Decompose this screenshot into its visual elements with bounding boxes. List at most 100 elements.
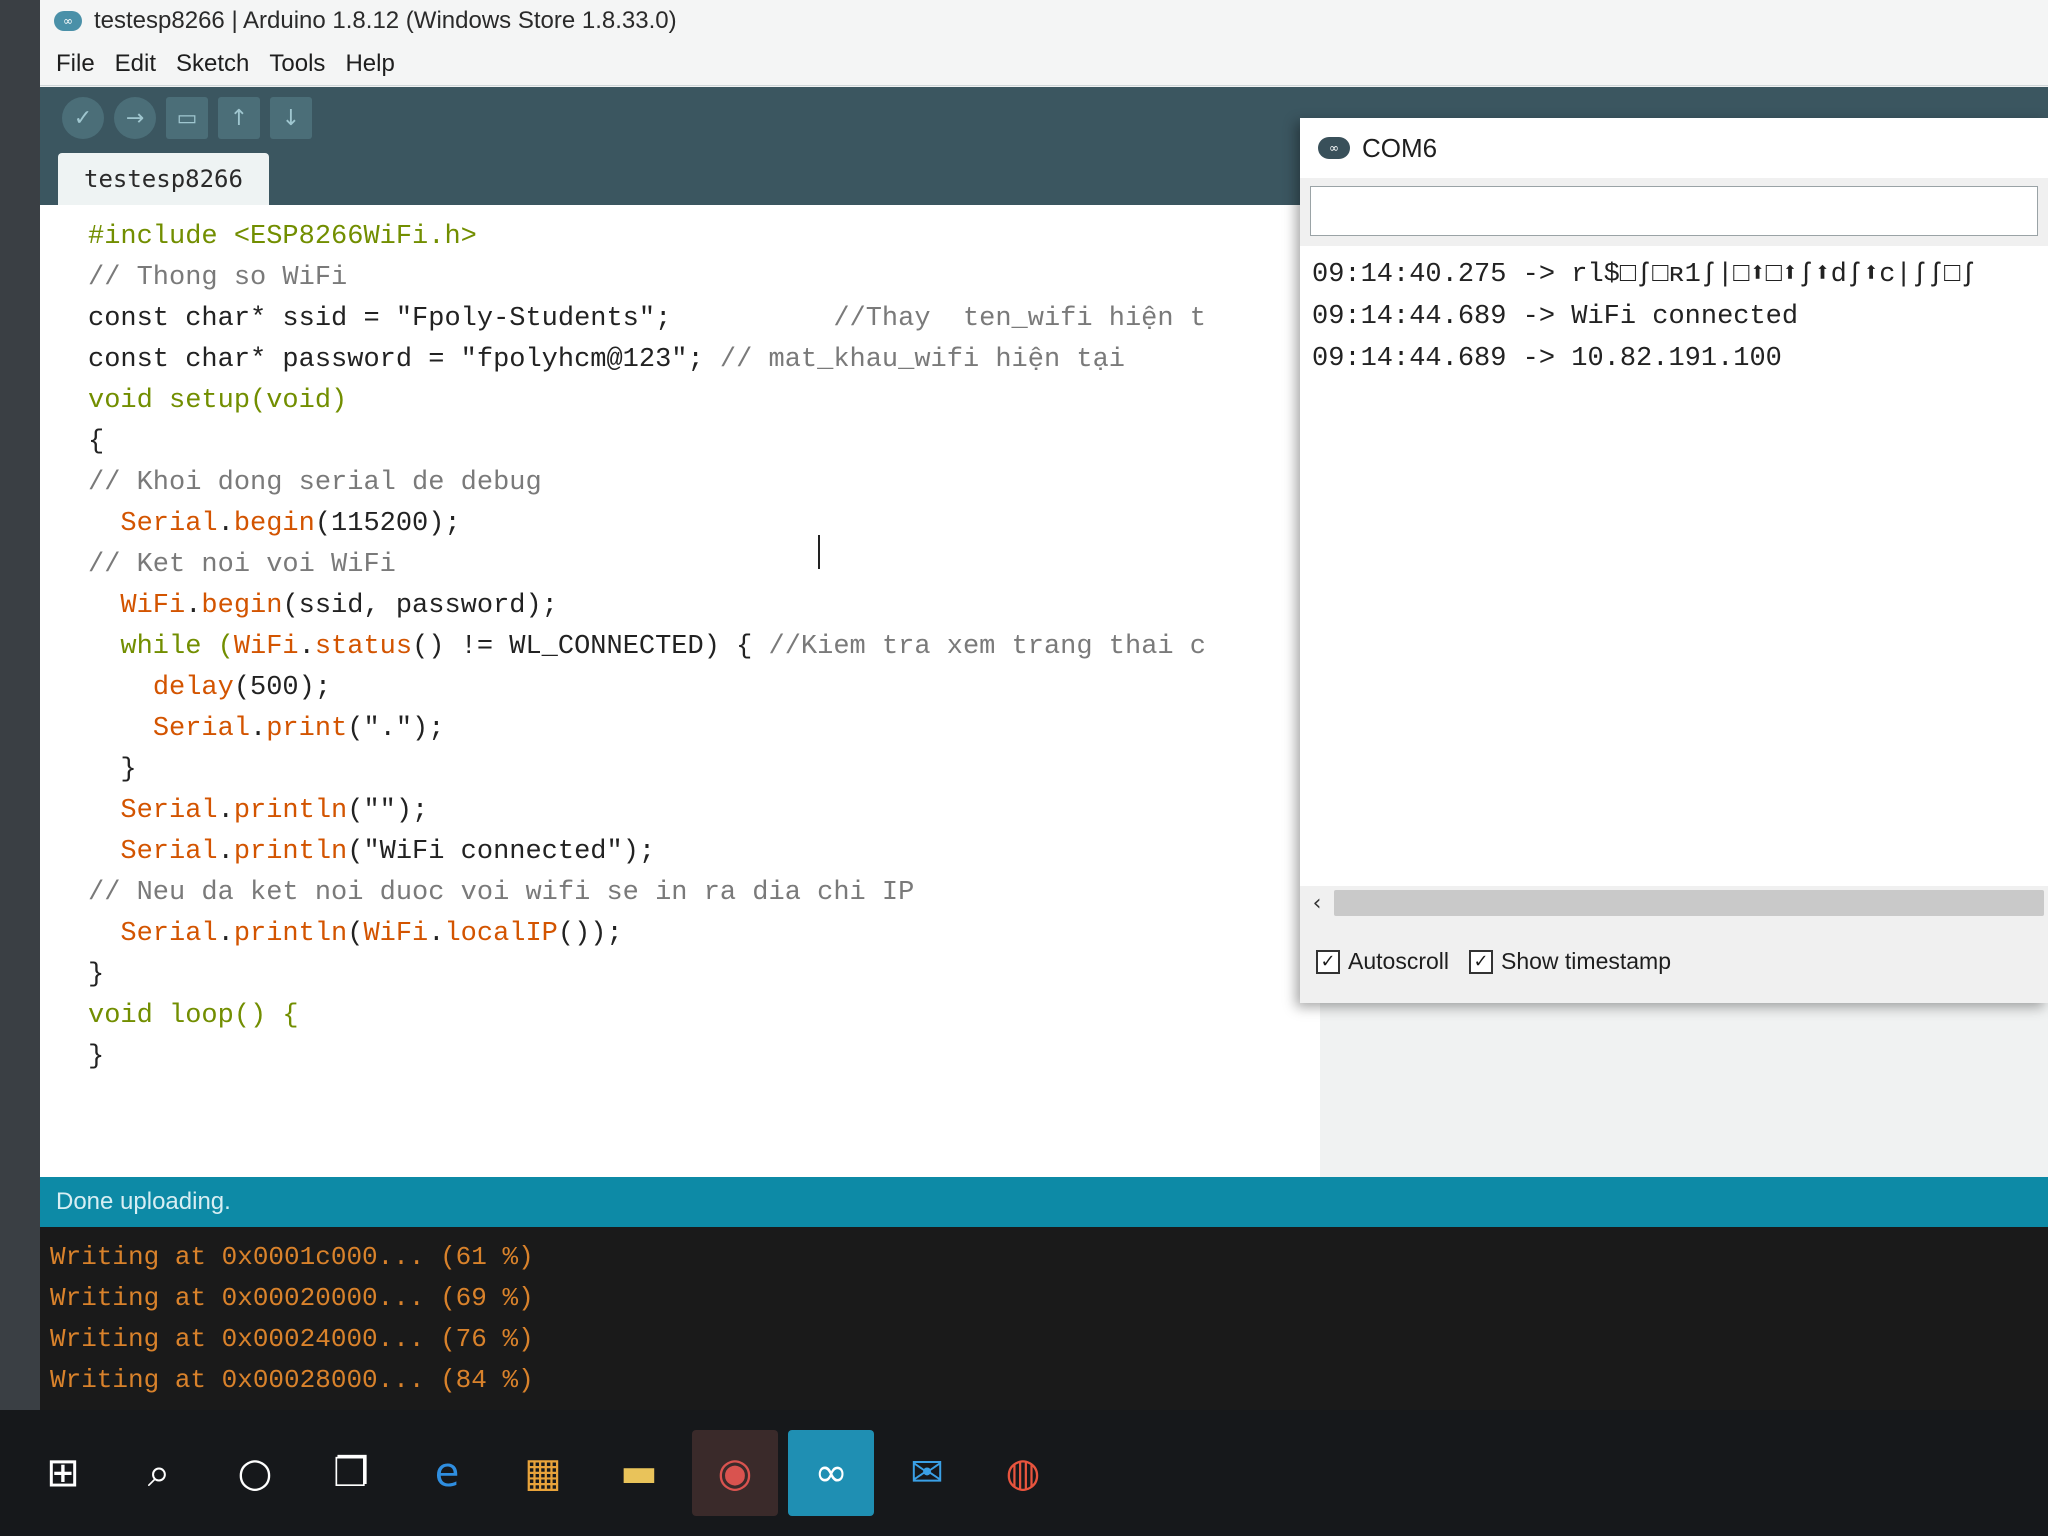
code-text: . [250,714,267,744]
file-explorer-icon[interactable]: ▬ [596,1430,682,1516]
show-timestamp-checkbox[interactable]: ✓ Show timestamp [1468,948,1671,975]
autoscroll-checkbox[interactable]: ✓ Autoscroll [1316,948,1449,975]
tab-testesp8266[interactable]: testesp8266 [58,153,269,205]
code-text: . [217,796,234,826]
verify-icon[interactable]: ✓ [62,97,104,139]
menu-sketch[interactable]: Sketch [176,50,249,78]
code-line: const char* password = "fpolyhcm@123"; /… [88,340,1320,381]
menu-bar: File Edit Sketch Tools Help [40,42,2048,86]
checkbox-check-icon: ✓ [1468,949,1493,974]
code-text: . [428,919,445,949]
code-comment: // Thong so WiFi [88,263,348,293]
arduino-icon[interactable]: ∞ [788,1430,874,1516]
code-function: println [233,837,348,867]
code-line: Serial.println("WiFi connected"); [88,832,1320,873]
new-icon[interactable]: ▭ [166,97,208,139]
code-line: // Khoi dong serial de debug [88,463,1320,504]
serial-monitor-window: ∞ COM6 09:14:40.275 -> rl$□ʃ□ʀ1ʃ|□⬆□⬆ʃ⬆d… [1300,118,2048,1003]
code-line: // Ket noi voi WiFi [88,545,1320,586]
save-icon[interactable]: ↓ [270,97,312,139]
menu-file[interactable]: File [56,50,95,78]
scrollbar-thumb[interactable] [1334,890,2044,916]
code-text: (115200); [314,509,461,539]
serial-send-input[interactable] [1310,186,2038,236]
code-text: { [88,427,105,457]
window-title: testesp8266 | Arduino 1.8.12 (Windows St… [94,7,677,34]
code-text: (ssid, password); [282,591,558,621]
mail-icon[interactable]: ✉ [884,1430,970,1516]
code-text: const char* password = "fpolyhcm@123"; [88,345,704,375]
code-line: delay(500); [88,668,1320,709]
menu-help[interactable]: Help [345,50,394,78]
horizontal-scrollbar[interactable]: ‹ [1300,886,2048,920]
code-line: WiFi.begin(ssid, password); [88,586,1320,627]
code-function: Serial [152,714,251,744]
code-function: begin [201,591,283,621]
code-function: WiFi [363,919,429,949]
code-function: begin [233,509,315,539]
code-text: ("WiFi connected"); [347,837,656,867]
upload-icon[interactable]: → [114,97,156,139]
code-line: } [88,1037,1320,1078]
search-icon[interactable]: ⌕ [116,1430,202,1516]
serial-port-title: COM6 [1362,132,1438,163]
code-function: println [233,796,348,826]
code-function: println [233,919,348,949]
code-text: ("."); [347,714,445,744]
code-text: } [88,960,105,990]
serial-line: 09:14:44.689 -> WiFi connected [1312,302,1799,332]
store-icon[interactable]: ▦ [500,1430,586,1516]
code-comment: //Kiem tra xem trang thai c [752,632,1207,662]
code-comment: //Thay ten_wifi hiện t [671,304,1206,334]
code-function: Serial [120,919,218,949]
code-text: #include <ESP8266WiFi.h> [88,222,477,252]
code-function: WiFi [233,632,299,662]
code-text: () != WL_CONNECTED) { [412,632,753,662]
serial-footer: ✓ Autoscroll ✓ Show timestamp [1300,920,2048,1003]
code-text: . [217,919,234,949]
app-icon[interactable]: ◉ [692,1430,778,1516]
code-text: while ( [88,632,234,662]
cortana-icon[interactable]: ○ [212,1430,298,1516]
code-text: } [88,755,137,785]
code-text: . [217,837,234,867]
code-line: } [88,955,1320,996]
code-editor[interactable]: #include <ESP8266WiFi.h> // Thong so WiF… [40,205,1320,1177]
menu-tools[interactable]: Tools [269,50,325,78]
code-line: Serial.print("."); [88,709,1320,750]
chrome-icon[interactable]: ◍ [980,1430,1066,1516]
serial-output[interactable]: 09:14:40.275 -> rl$□ʃ□ʀ1ʃ|□⬆□⬆ʃ⬆dʃ⬆c|ʃʃ□… [1300,246,2048,886]
upload-console: Writing at 0x0001c000... (61 %) Writing … [40,1227,2048,1410]
code-function: status [314,632,413,662]
edge-icon[interactable]: e [404,1430,490,1516]
open-icon[interactable]: ↑ [218,97,260,139]
checkbox-check-icon: ✓ [1316,949,1340,974]
code-comment: // mat_khau_wifi hiện tại [703,345,1125,375]
code-function: localIP [444,919,558,949]
code-text: } [88,1042,105,1072]
code-text: . [298,632,315,662]
task-view-icon[interactable]: ❐ [308,1430,394,1516]
code-line: { [88,422,1320,463]
code-line: void setup(void) [88,381,1320,422]
code-line: Serial.begin(115200); [88,504,1320,545]
code-function: Serial [120,509,218,539]
windows-start-icon[interactable]: ⊞ [20,1430,106,1516]
code-text: (""); [347,796,429,826]
console-line: Writing at 0x0001c000... (61 %) [50,1242,534,1272]
code-function: Serial [120,837,218,867]
serial-line: 09:14:40.275 -> rl$□ʃ□ʀ1ʃ|□⬆□⬆ʃ⬆dʃ⬆c|ʃʃ□… [1312,260,1977,290]
code-comment: // Khoi dong serial de debug [88,468,542,498]
menu-edit[interactable]: Edit [115,50,156,78]
scroll-left-icon[interactable]: ‹ [1300,886,1334,920]
status-text: Done uploading. [56,1188,231,1215]
windows-taskbar: ⊞ ⌕ ○ ❐ e ▦ ▬ ◉ ∞ ✉ ◍ [0,1410,2048,1536]
code-function: WiFi [120,591,186,621]
code-text: const char* ssid = "Fpoly-Students"; [88,304,672,334]
code-text: . [185,591,202,621]
